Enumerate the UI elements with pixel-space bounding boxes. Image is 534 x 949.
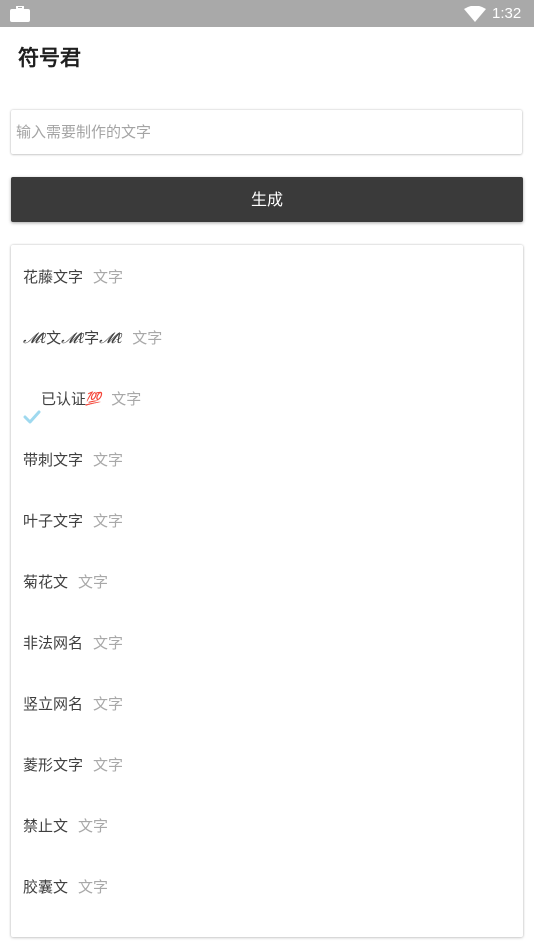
item-name: 已认证 xyxy=(41,390,87,408)
cursive-ornament: 𝓜ℓ xyxy=(99,329,123,347)
wifi-icon xyxy=(464,5,486,26)
item-tag: 文字 xyxy=(111,390,142,408)
list-item-feifa[interactable]: 非法网名 文字 xyxy=(11,613,523,674)
item-name: 菱形文字 xyxy=(23,756,84,774)
list-item-daici[interactable]: 带刺文字 文字 xyxy=(11,430,523,491)
item-name-char: 文 xyxy=(46,329,62,347)
item-tag: 文字 xyxy=(78,573,109,591)
item-name: 非法网名 xyxy=(23,634,84,652)
generate-button[interactable]: 生成 xyxy=(11,177,523,222)
app-bar: 符号君 xyxy=(0,27,534,91)
item-name: 花藤文字 xyxy=(23,268,84,286)
item-name: 叶子文字 xyxy=(23,512,84,530)
list-item-juhua[interactable]: 菊花文 文字 xyxy=(11,552,523,613)
item-tag: 文字 xyxy=(93,512,124,530)
list-item-jinzhi[interactable]: 禁止文 文字 xyxy=(11,796,523,857)
item-name: 竖立网名 xyxy=(23,695,84,713)
item-name: 胶囊文 xyxy=(23,878,69,896)
list-item-huateng[interactable]: 花藤文字 文字 xyxy=(11,247,523,308)
list-item-ml-style[interactable]: 𝓜ℓ文𝓜ℓ字𝓜ℓ 文字 xyxy=(11,308,523,369)
item-tag: 文字 xyxy=(93,695,124,713)
item-tag: 文字 xyxy=(132,329,163,347)
item-tag: 文字 xyxy=(93,756,124,774)
list-item-shuli[interactable]: 竖立网名 文字 xyxy=(11,674,523,735)
text-input[interactable] xyxy=(11,110,522,154)
list-item-lingxing[interactable]: 菱形文字 文字 xyxy=(11,735,523,796)
item-tag: 文字 xyxy=(93,268,124,286)
item-name-char: 字 xyxy=(84,329,100,347)
item-tag: 文字 xyxy=(93,634,124,652)
status-bar: 1:32 xyxy=(0,0,534,27)
cursive-ornament: 𝓜ℓ xyxy=(23,329,47,347)
item-name: 带刺文字 xyxy=(23,451,84,469)
style-list: 花藤文字 文字 𝓜ℓ文𝓜ℓ字𝓜ℓ 文字 已认证 💯 文字 带刺文字 文字 叶子文字 文字… xyxy=(11,245,523,937)
cursive-ornament: 𝓜ℓ xyxy=(61,329,85,347)
item-tag: 文字 xyxy=(78,878,109,896)
briefcase-icon xyxy=(10,5,30,26)
item-name: 菊花文 xyxy=(23,573,69,591)
check-mark-icon xyxy=(23,391,41,423)
item-tag: 文字 xyxy=(93,451,124,469)
list-item-jiaonang[interactable]: 胶囊文 文字 xyxy=(11,857,523,918)
item-tag: 文字 xyxy=(78,817,109,835)
list-item-yezi[interactable]: 叶子文字 文字 xyxy=(11,491,523,552)
item-name: 禁止文 xyxy=(23,817,69,835)
clock-time: 1:32 xyxy=(492,5,522,22)
app-title: 符号君 xyxy=(18,46,81,70)
list-item-verified[interactable]: 已认证 💯 文字 xyxy=(11,369,523,430)
text-input-card xyxy=(11,110,522,154)
